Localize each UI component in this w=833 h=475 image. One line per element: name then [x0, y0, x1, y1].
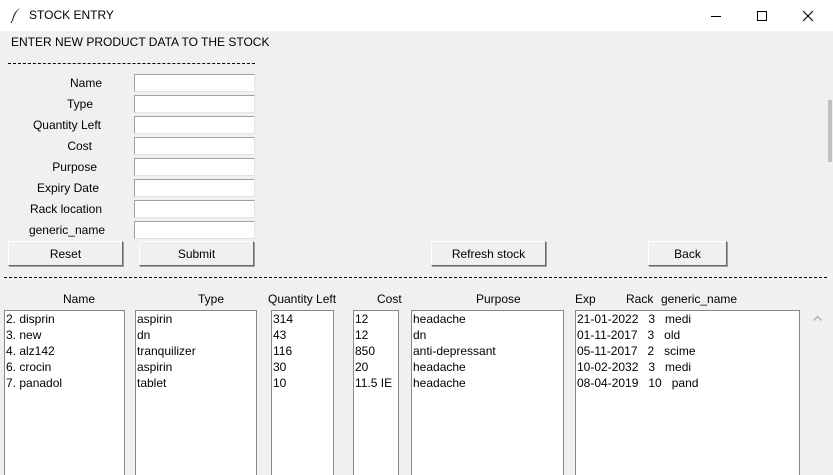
list-item[interactable]: dn — [412, 327, 563, 343]
minimize-icon — [711, 15, 721, 17]
list-item[interactable]: 6. crocin — [5, 359, 124, 375]
col-header-generic: generic_name — [661, 292, 738, 306]
name-listbox[interactable]: 2. disprin 3. new 4. alz142 6. crocin 7.… — [4, 310, 125, 475]
list-item[interactable]: aspirin — [136, 359, 256, 375]
list-item[interactable]: headache — [412, 311, 563, 327]
quantity-input[interactable] — [134, 116, 255, 134]
chevron-up-icon — [813, 315, 822, 321]
rack-location-label: Rack location — [29, 202, 102, 216]
col-header-type: Type — [198, 292, 225, 306]
list-item[interactable]: 7. panadol — [5, 375, 124, 391]
list-item[interactable]: 01-11-2017 3 old — [576, 327, 799, 343]
reset-button[interactable]: Reset — [8, 241, 123, 266]
list-item[interactable]: 20 — [354, 359, 398, 375]
form-heading: ENTER NEW PRODUCT DATA TO THE STOCK — [11, 35, 270, 49]
col-header-rack: Rack — [626, 292, 654, 306]
feather-icon — [10, 8, 20, 23]
list-item[interactable]: 11.5 IE — [354, 375, 398, 391]
col-header-cost: Cost — [377, 292, 402, 306]
list-item[interactable]: anti-depressant — [412, 343, 563, 359]
rack-location-input[interactable] — [134, 200, 255, 218]
col-header-purpose: Purpose — [476, 292, 521, 306]
type-label: Type — [66, 97, 93, 111]
col-header-quantity: Quantity Left — [268, 292, 337, 306]
window-title: STOCK ENTRY — [29, 8, 114, 22]
generic-name-input[interactable] — [134, 221, 255, 239]
submit-button[interactable]: Submit — [139, 241, 254, 266]
back-button[interactable]: Back — [648, 241, 727, 266]
type-input[interactable] — [134, 95, 255, 113]
list-item[interactable]: tablet — [136, 375, 256, 391]
col-header-exp: Exp — [575, 292, 596, 306]
list-item[interactable]: 21-01-2022 3 medi — [576, 311, 799, 327]
expiry-date-label: Expiry Date — [36, 181, 99, 195]
list-item[interactable]: 10 — [272, 375, 333, 391]
close-button[interactable] — [785, 0, 831, 31]
cost-label: Cost — [67, 139, 92, 153]
cost-listbox[interactable]: 12 12 850 20 11.5 IE — [353, 310, 399, 475]
list-item[interactable]: headache — [412, 375, 563, 391]
list-item[interactable]: 10-02-2032 3 medi — [576, 359, 799, 375]
col-header-name: Name — [63, 292, 96, 306]
list-item[interactable]: 4. alz142 — [5, 343, 124, 359]
generic-name-label: generic_name — [28, 223, 105, 237]
maximize-icon — [757, 10, 767, 21]
list-item[interactable]: 12 — [354, 327, 398, 343]
list-item[interactable]: 43 — [272, 327, 333, 343]
list-item[interactable]: 30 — [272, 359, 333, 375]
list-item[interactable]: 2. disprin — [5, 311, 124, 327]
list-scrollbar[interactable] — [809, 310, 826, 475]
list-item[interactable]: 3. new — [5, 327, 124, 343]
name-label: Name — [69, 76, 102, 90]
window-scrollbar[interactable] — [827, 31, 833, 475]
list-item[interactable]: 12 — [354, 311, 398, 327]
exp-rack-generic-listbox[interactable]: 21-01-2022 3 medi 01-11-2017 3 old 05-11… — [575, 310, 800, 475]
expiry-date-input[interactable] — [134, 179, 255, 197]
list-item[interactable]: 08-04-2019 10 pand — [576, 375, 799, 391]
divider — [4, 277, 827, 278]
title-bar: STOCK ENTRY — [0, 0, 833, 31]
type-listbox[interactable]: aspirin dn tranquilizer aspirin tablet — [135, 310, 257, 475]
divider — [8, 63, 255, 64]
refresh-stock-button[interactable]: Refresh stock — [431, 241, 546, 266]
name-input[interactable] — [134, 74, 255, 92]
quantity-listbox[interactable]: 314 43 116 30 10 — [271, 310, 334, 475]
purpose-listbox[interactable]: headache dn anti-depressant headache hea… — [411, 310, 564, 475]
minimize-button[interactable] — [693, 0, 739, 31]
list-item[interactable]: 05-11-2017 2 scime — [576, 343, 799, 359]
list-item[interactable]: 850 — [354, 343, 398, 359]
list-item[interactable]: aspirin — [136, 311, 256, 327]
list-item[interactable]: dn — [136, 327, 256, 343]
maximize-button[interactable] — [739, 0, 785, 31]
list-item[interactable]: 314 — [272, 311, 333, 327]
close-icon — [802, 10, 814, 21]
purpose-label: Purpose — [52, 160, 97, 174]
cost-input[interactable] — [134, 137, 255, 155]
quantity-label: Quantity Left — [32, 118, 101, 132]
list-item[interactable]: 116 — [272, 343, 333, 359]
purpose-input[interactable] — [134, 158, 255, 176]
list-item[interactable]: tranquilizer — [136, 343, 256, 359]
scrollbar-thumb[interactable] — [828, 100, 832, 162]
list-item[interactable]: headache — [412, 359, 563, 375]
